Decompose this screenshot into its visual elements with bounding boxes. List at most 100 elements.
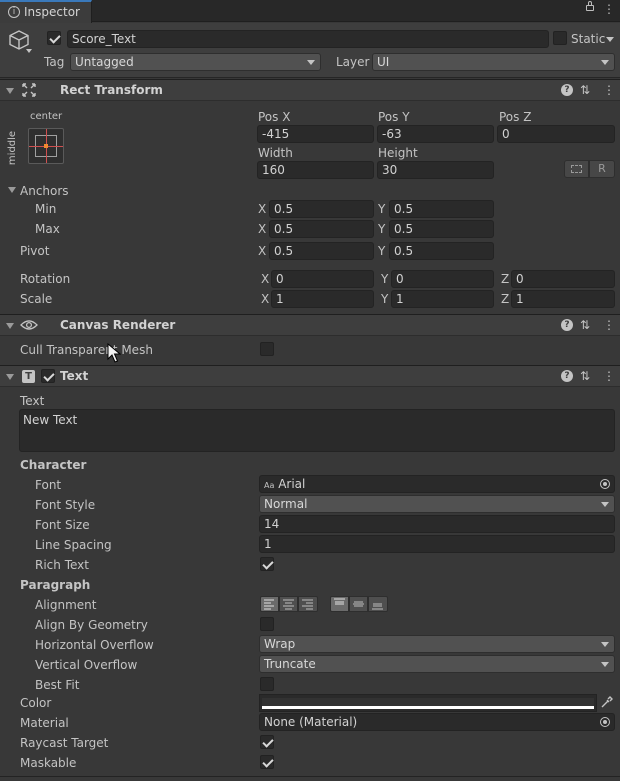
cull-transparent-mesh-checkbox[interactable] <box>260 342 274 356</box>
object-picker-icon[interactable] <box>600 717 610 727</box>
color-field[interactable] <box>259 694 597 712</box>
font-style-value: Normal <box>264 497 308 511</box>
icon-dropdown-arrow[interactable] <box>26 49 32 53</box>
rich-text-checkbox[interactable] <box>260 557 274 571</box>
eyedropper-icon[interactable] <box>600 696 613 709</box>
material-object-field[interactable]: None (Material) <box>259 713 615 731</box>
font-size-input[interactable]: 14 <box>259 515 615 533</box>
font-size-value: 14 <box>264 517 280 531</box>
blueprint-mode-button[interactable] <box>564 160 589 178</box>
rot-x-input[interactable]: 0 <box>271 270 374 288</box>
preset-settings-icon[interactable]: ⇅ <box>580 83 590 97</box>
anchor-presets-button[interactable] <box>28 128 64 164</box>
posy-label: Pos Y <box>378 110 410 124</box>
vertical-overflow-dropdown[interactable]: Truncate <box>259 655 615 673</box>
rot-z-input[interactable]: 0 <box>511 270 615 288</box>
maskable-label: Maskable <box>20 756 77 770</box>
posz-input[interactable]: 0 <box>497 125 615 143</box>
foldout-arrow-icon[interactable] <box>6 88 14 94</box>
width-input[interactable]: 160 <box>257 161 374 179</box>
pivot-x-input[interactable]: 0.5 <box>269 242 374 260</box>
pivot-y-input[interactable]: 0.5 <box>389 242 494 260</box>
align-top-button[interactable] <box>330 596 349 612</box>
object-name-text: Score_Text <box>72 32 136 46</box>
color-label: Color <box>20 696 52 710</box>
help-icon[interactable]: ? <box>561 319 573 331</box>
align-center-button[interactable] <box>279 596 298 612</box>
anchor-v-label: middle <box>7 130 19 166</box>
scale-y-axis: Y <box>381 292 389 306</box>
font-object-field[interactable]: Aa Arial <box>259 475 615 493</box>
scale-z-value: 1 <box>516 292 524 306</box>
min-y-input[interactable]: 0.5 <box>389 200 494 218</box>
max-label: Max <box>35 222 60 236</box>
align-left-button[interactable] <box>260 596 279 612</box>
preset-settings-icon[interactable]: ⇅ <box>580 369 590 383</box>
posx-input[interactable]: -415 <box>257 125 374 143</box>
horizontal-overflow-dropdown[interactable]: Wrap <box>259 635 615 653</box>
component-menu-icon[interactable]: ⋮ <box>603 369 615 383</box>
posy-input[interactable]: -63 <box>377 125 494 143</box>
align-right-icon <box>302 599 313 610</box>
rot-y-input[interactable]: 0 <box>391 270 494 288</box>
scale-x-input[interactable]: 1 <box>271 290 374 308</box>
text-enabled-checkbox[interactable] <box>41 369 55 383</box>
static-label[interactable]: Static <box>571 31 605 47</box>
align-middle-button[interactable] <box>349 596 368 612</box>
layer-dropdown[interactable]: UI <box>372 53 615 71</box>
height-input[interactable]: 30 <box>377 161 494 179</box>
tag-dropdown[interactable]: Untagged <box>70 53 321 71</box>
best-fit-checkbox[interactable] <box>260 677 274 691</box>
scale-y-value: 1 <box>396 292 404 306</box>
anchors-foldout-icon[interactable] <box>8 187 16 193</box>
anchors-label[interactable]: Anchors <box>20 183 69 199</box>
max-y-input[interactable]: 0.5 <box>389 220 494 238</box>
layer-label: Layer <box>336 55 370 69</box>
object-picker-icon[interactable] <box>600 479 610 489</box>
component-menu-icon[interactable]: ⋮ <box>603 83 615 97</box>
help-icon[interactable]: ? <box>561 84 573 96</box>
preset-settings-icon[interactable]: ⇅ <box>580 318 590 332</box>
component-menu-icon[interactable]: ⋮ <box>603 318 615 332</box>
canvas-renderer-header[interactable]: Canvas Renderer ? ⇅ ⋮ <box>0 314 620 336</box>
help-icon[interactable]: ? <box>561 370 573 382</box>
pivot-y-value: 0.5 <box>394 244 414 258</box>
text-area[interactable]: New Text <box>19 409 615 452</box>
min-x-input[interactable]: 0.5 <box>269 200 374 218</box>
scale-z-input[interactable]: 1 <box>511 290 615 308</box>
max-y-axis: Y <box>378 222 386 236</box>
object-name-input[interactable]: Score_Text <box>67 30 549 48</box>
lock-icon[interactable] <box>586 1 594 11</box>
static-dropdown-arrow[interactable] <box>606 37 614 42</box>
align-right-button[interactable] <box>298 596 318 612</box>
maskable-checkbox[interactable] <box>260 755 274 769</box>
horizontal-overflow-value: Wrap <box>264 637 296 651</box>
raw-edit-label: R <box>598 162 606 175</box>
kebab-menu-icon[interactable]: ⋮ <box>603 3 615 15</box>
foldout-arrow-icon[interactable] <box>6 323 14 329</box>
rect-transform-header[interactable]: Rect Transform ? ⇅ ⋮ <box>0 79 620 101</box>
font-size-label: Font Size <box>35 518 90 532</box>
min-x-axis: X <box>258 202 267 216</box>
align-by-geometry-checkbox[interactable] <box>260 617 274 631</box>
raw-edit-button[interactable]: R <box>589 160 615 178</box>
height-label: Height <box>378 146 418 160</box>
max-y-value: 0.5 <box>394 222 414 236</box>
color-swatch <box>262 698 594 706</box>
eye-icon <box>20 320 38 330</box>
paragraph-section-label: Paragraph <box>20 578 91 592</box>
inspector-tab[interactable]: i Inspector <box>0 0 92 23</box>
text-component-header[interactable]: T Text ? ⇅ ⋮ <box>0 365 620 387</box>
font-style-dropdown[interactable]: Normal <box>259 495 615 513</box>
scale-y-input[interactable]: 1 <box>391 290 494 308</box>
static-checkbox[interactable] <box>553 31 567 45</box>
raycast-target-checkbox[interactable] <box>260 735 274 749</box>
line-spacing-input[interactable]: 1 <box>259 535 615 553</box>
posz-value: 0 <box>502 127 510 141</box>
active-checkbox[interactable] <box>47 31 61 45</box>
max-x-input[interactable]: 0.5 <box>269 220 374 238</box>
tag-label: Tag <box>44 55 65 69</box>
align-bottom-button[interactable] <box>368 596 388 612</box>
foldout-arrow-icon[interactable] <box>6 374 14 380</box>
layer-value: UI <box>377 55 390 69</box>
